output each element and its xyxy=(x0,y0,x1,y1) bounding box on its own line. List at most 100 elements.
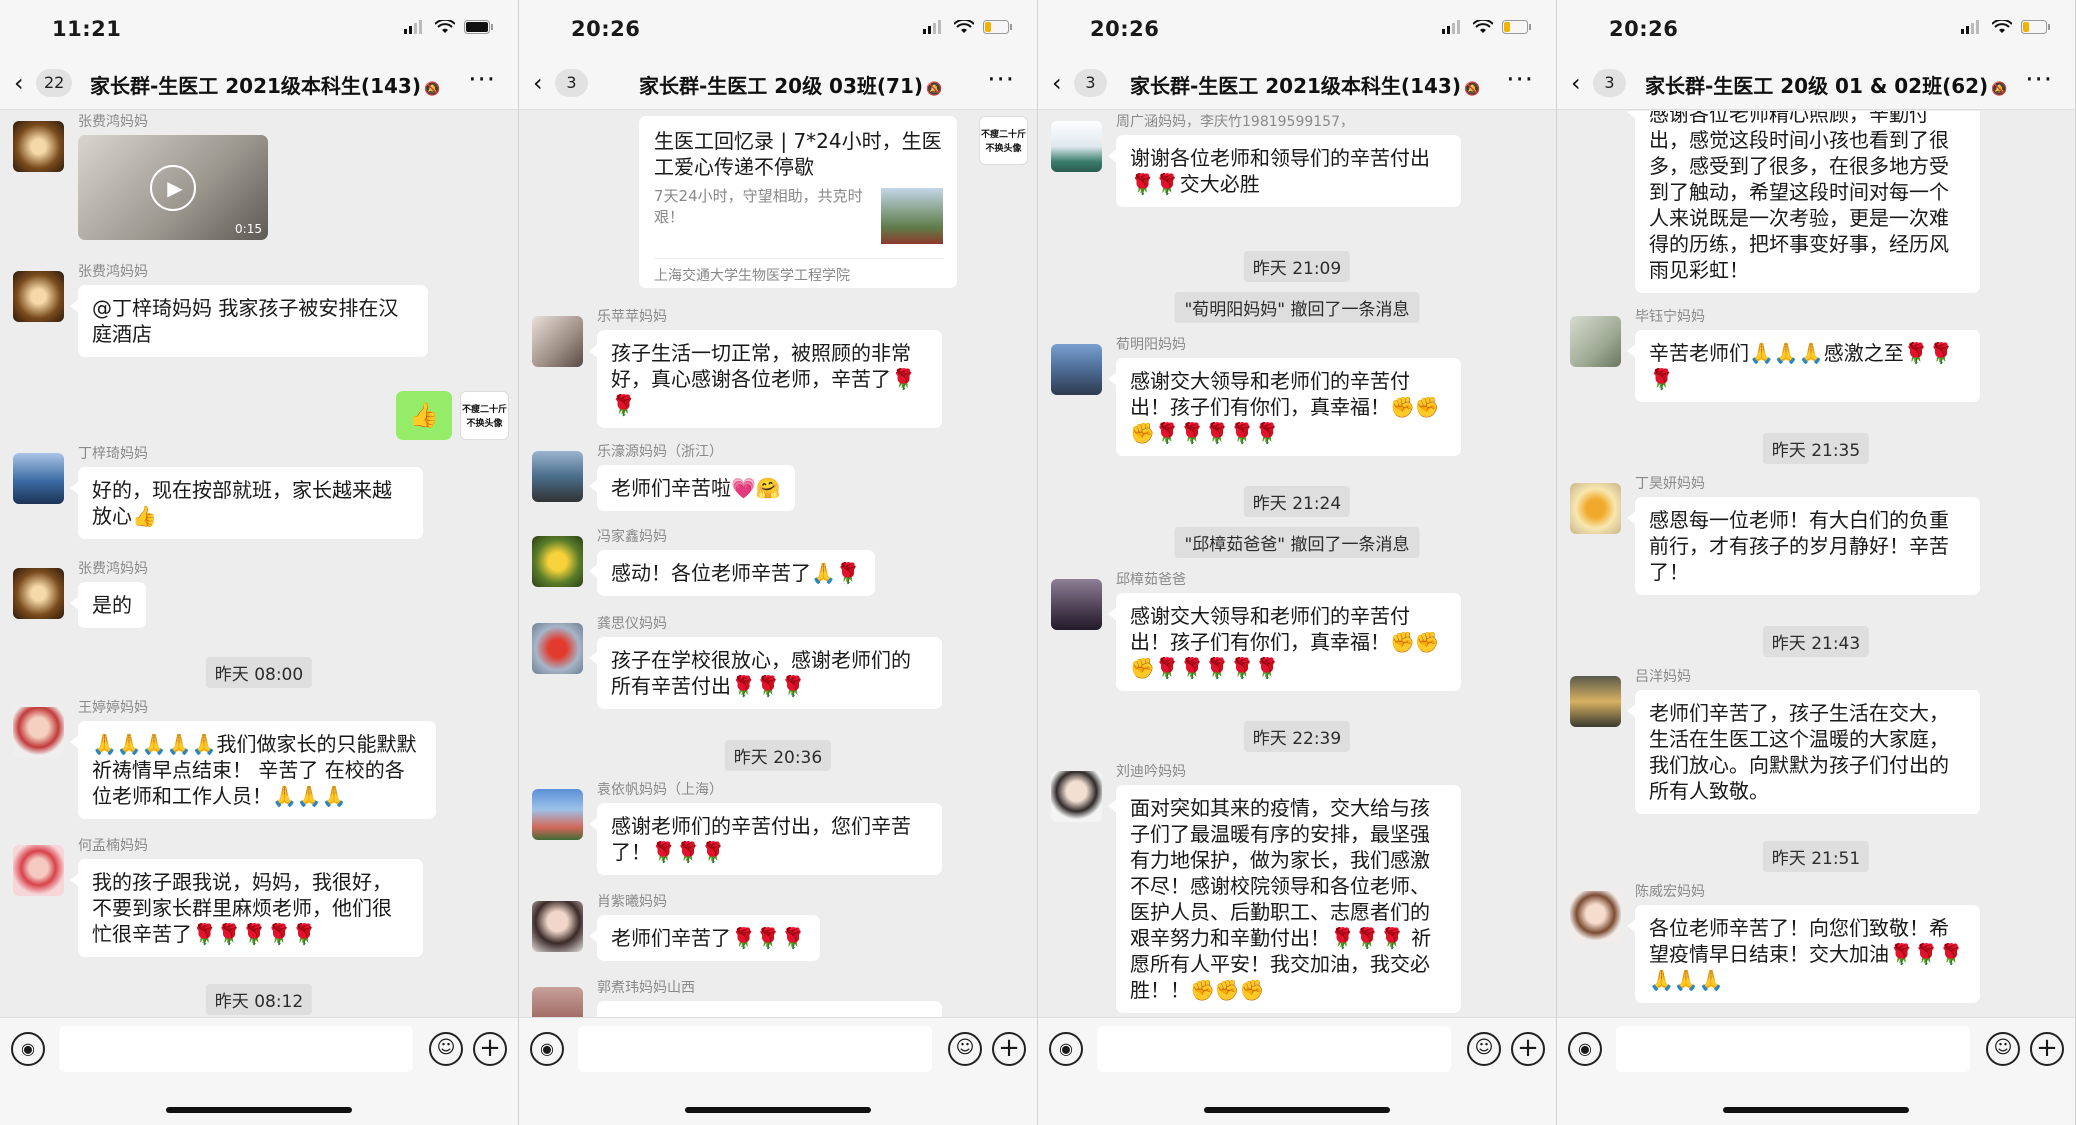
article-card[interactable]: 生医工回忆录 | 7*24小时，生医工爱心传递不停歇 7天24小时，守望相助，共… xyxy=(639,116,957,288)
emoji-icon[interactable]: ☺ xyxy=(429,1032,463,1066)
battery-icon xyxy=(1502,20,1531,34)
input-bar: ◉ ☺ + xyxy=(0,1017,518,1125)
voice-icon[interactable]: ◉ xyxy=(1049,1032,1083,1066)
sender-name: 张费鸿妈妈 xyxy=(78,114,148,130)
message-list[interactable]: 感谢各位老师精心照顾，辛勤付出，感觉这段时间小孩也看到了很多，感受到了很多，在很… xyxy=(1557,111,2075,1017)
message-bubble[interactable]: 感谢老师们的辛苦付出，您们辛苦了！🌹🌹🌹 xyxy=(589,803,942,875)
emoji-icon[interactable]: ☺ xyxy=(1467,1032,1501,1066)
chat-title: 家长群-生医工 2021级本科生(143) 🔕 xyxy=(1130,70,1480,99)
message-bubble[interactable]: 孩子生活一切正常，被照顾的非常好，真心感谢各位老师，辛苦了🌹🌹 xyxy=(589,330,942,428)
message-bubble[interactable]: 谢谢各位老师和领导们的辛苦付出🌹🌹交大必胜 xyxy=(1108,135,1461,207)
message-bubble[interactable]: 🙏🙏🙏🙏🙏我们做家长的只能默默祈祷情早点结束！ 辛苦了 在校的各位老师和工作人员… xyxy=(70,721,436,819)
more-icon[interactable]: ··· xyxy=(468,65,496,95)
message-bubble[interactable] xyxy=(589,1001,942,1017)
avatar[interactable] xyxy=(532,451,583,502)
self-avatar[interactable]: 不瘦二十斤 不换头像 xyxy=(460,391,509,440)
message-bubble[interactable]: @丁梓琦妈妈 我家孩子被安排在汉庭酒店 xyxy=(70,285,428,357)
message-input[interactable] xyxy=(1616,1026,1970,1072)
chat-title-text: 家长群-生医工 20级 03班(71) xyxy=(639,74,924,98)
message-bubble[interactable]: 我的孩子跟我说，妈妈，我很好，不要到家长群里麻烦老师，他们很忙很辛苦了🌹🌹🌹🌹🌹 xyxy=(70,859,423,957)
chat-header: ‹ 22 家长群-生医工 2021级本科生(143) 🔕 ··· xyxy=(0,58,518,110)
chevron-left-icon[interactable]: ‹ xyxy=(1571,71,1581,95)
chat-header: ‹ 3 家长群-生医工 20级 03班(71) 🔕 ··· xyxy=(519,58,1037,110)
voice-icon[interactable]: ◉ xyxy=(1568,1032,1602,1066)
more-icon[interactable]: ··· xyxy=(2025,65,2053,95)
status-bar: 11:21 xyxy=(0,0,518,58)
plus-icon[interactable]: + xyxy=(992,1032,1026,1066)
avatar[interactable] xyxy=(1051,579,1102,630)
chevron-left-icon[interactable]: ‹ xyxy=(533,71,543,95)
message-bubble[interactable]: 辛苦老师们🙏🙏🙏感激之至🌹🌹🌹 xyxy=(1627,330,1980,402)
avatar[interactable] xyxy=(532,789,583,840)
voice-icon[interactable]: ◉ xyxy=(11,1032,45,1066)
message-input[interactable] xyxy=(578,1026,932,1072)
avatar[interactable] xyxy=(1051,121,1102,172)
message-bubble[interactable]: 孩子在学校很放心，感谢老师们的所有辛苦付出🌹🌹🌹 xyxy=(589,637,942,709)
play-icon[interactable]: ▶ xyxy=(150,165,196,211)
message-input[interactable] xyxy=(1097,1026,1451,1072)
sender-name: 王婷婷妈妈 xyxy=(78,700,148,716)
voice-icon[interactable]: ◉ xyxy=(530,1032,564,1066)
message-bubble[interactable]: 是的 xyxy=(70,582,146,628)
avatar[interactable] xyxy=(13,121,64,172)
message-bubble[interactable]: 感谢交大领导和老师们的辛苦付出！孩子们有你们，真幸福！✊✊✊🌹🌹🌹🌹🌹 xyxy=(1108,358,1461,456)
avatar[interactable] xyxy=(532,987,583,1017)
message-bubble[interactable]: 老师们辛苦了🌹🌹🌹 xyxy=(589,915,820,961)
message-list[interactable]: 周广涵妈妈，李庆竹19819599157， 谢谢各位老师和领导们的辛苦付出🌹🌹交… xyxy=(1038,111,1556,1017)
message-bubble[interactable]: 感谢各位老师精心照顾，辛勤付出，感觉这段时间小孩也看到了很多，感受到了很多，在很… xyxy=(1627,111,1980,293)
message-bubble[interactable]: 好的，现在按部就班，家长越来越放心👍 xyxy=(70,467,423,539)
sender-name: 荀明阳妈妈 xyxy=(1116,337,1186,353)
status-time: 20:26 xyxy=(1609,17,1679,41)
chevron-left-icon[interactable]: ‹ xyxy=(14,71,24,95)
chat-panel-1: 11:21 ‹ 22 家长群-生医工 2021级本科生(143) 🔕 ··· 张费… xyxy=(0,0,519,1125)
message-list[interactable]: 张费鸿妈妈 ▶ 0:15 张费鸿妈妈 @丁梓琦妈妈 我家孩子被安排在汉庭酒店 👍… xyxy=(0,111,518,1017)
message-input[interactable] xyxy=(59,1026,413,1072)
avatar[interactable] xyxy=(13,707,64,758)
sender-name: 龚思仪妈妈 xyxy=(597,616,667,632)
message-bubble[interactable]: 感谢交大领导和老师们的辛苦付出！孩子们有你们，真幸福！✊✊✊🌹🌹🌹🌹🌹 xyxy=(1108,593,1461,691)
message-bubble[interactable]: 面对突如其来的疫情，交大给与孩子们了最温暖有序的安排，最坚强有力地保护，做为家长… xyxy=(1108,785,1461,1013)
message-bubble[interactable]: 感恩每一位老师！有大白们的负重前行，才有孩子的岁月静好！辛苦了！ xyxy=(1627,497,1980,595)
status-bar: 20:26 xyxy=(1038,0,1556,58)
emoji-icon[interactable]: ☺ xyxy=(1986,1032,2020,1066)
timestamp: 昨天 08:12 xyxy=(205,984,313,1015)
battery-icon xyxy=(983,20,1012,34)
avatar[interactable] xyxy=(1051,344,1102,395)
chat-title: 家长群-生医工 20级 01 & 02班(62) 🔕 xyxy=(1645,70,2007,99)
plus-icon[interactable]: + xyxy=(2030,1032,2064,1066)
input-bar: ◉ ☺ + xyxy=(519,1017,1037,1125)
input-bar: ◉ ☺ + xyxy=(1038,1017,1556,1125)
avatar[interactable] xyxy=(532,901,583,952)
avatar[interactable] xyxy=(13,845,64,896)
more-icon[interactable]: ··· xyxy=(1506,65,1534,95)
avatar[interactable] xyxy=(13,453,64,504)
avatar[interactable] xyxy=(13,271,64,322)
avatar[interactable] xyxy=(1570,483,1621,534)
chevron-left-icon[interactable]: ‹ xyxy=(1052,71,1062,95)
message-bubble[interactable]: 感动！各位老师辛苦了🙏🌹 xyxy=(589,550,875,596)
avatar[interactable] xyxy=(1051,771,1102,822)
message-list[interactable]: 生医工回忆录 | 7*24小时，生医工爱心传递不停歇 7天24小时，守望相助，共… xyxy=(519,111,1037,1017)
avatar[interactable] xyxy=(13,568,64,619)
signal-icon xyxy=(1442,20,1460,34)
emoji-icon[interactable]: ☺ xyxy=(948,1032,982,1066)
avatar[interactable] xyxy=(1570,676,1621,727)
mute-bell-icon: 🔕 xyxy=(1991,82,2008,97)
avatar[interactable] xyxy=(1570,891,1621,942)
avatar[interactable] xyxy=(532,536,583,587)
card-title: 生医工回忆录 | 7*24小时，生医工爱心传递不停歇 xyxy=(654,129,942,179)
plus-icon[interactable]: + xyxy=(1511,1032,1545,1066)
avatar[interactable] xyxy=(1570,316,1621,367)
message-bubble[interactable]: 老师们辛苦啦💗🤗 xyxy=(589,465,795,511)
more-icon[interactable]: ··· xyxy=(987,65,1015,95)
self-message-bubble[interactable]: 👍 xyxy=(396,391,452,440)
self-avatar[interactable]: 不瘦二十斤 不换头像 xyxy=(979,116,1028,165)
message-bubble[interactable]: 老师们辛苦了，孩子生活在交大，生活在生医工这个温暖的大家庭，我们放心。向默默为孩… xyxy=(1627,690,1980,814)
mute-bell-icon: 🔕 xyxy=(1463,82,1481,97)
plus-icon[interactable]: + xyxy=(473,1032,507,1066)
avatar[interactable] xyxy=(532,316,583,367)
message-bubble[interactable]: 各位老师辛苦了！向您们致敬！希望疫情早日结束！交大加油🌹🌹🌹🙏🙏🙏 xyxy=(1627,905,1980,1003)
video-message[interactable]: ▶ 0:15 xyxy=(78,135,268,240)
avatar[interactable] xyxy=(532,623,583,674)
chat-title: 家长群-生医工 20级 03班(71) 🔕 xyxy=(639,70,942,99)
